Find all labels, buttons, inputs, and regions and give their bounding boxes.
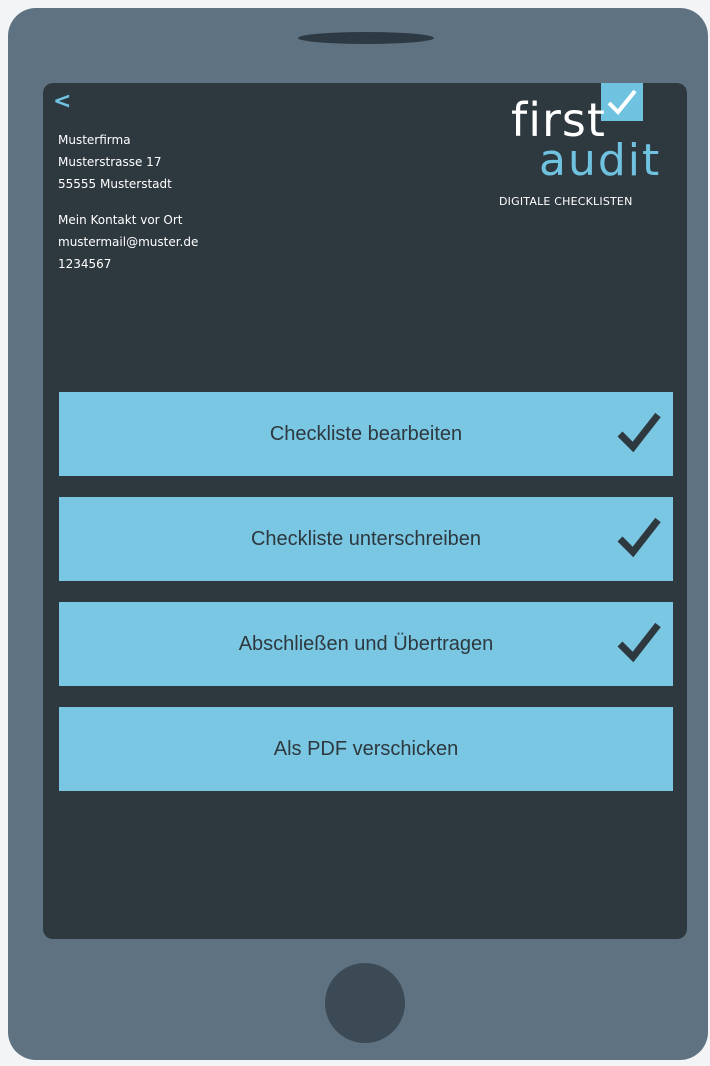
finish-transfer-label: Abschließen und Übertragen <box>238 632 494 655</box>
checkmark-icon <box>617 622 661 663</box>
send-pdf-label: Als PDF verschicken <box>273 737 459 760</box>
company-info: Musterfirma Musterstrasse 17 55555 Muste… <box>58 129 198 275</box>
finish-transfer-button[interactable]: Abschließen und Übertragen <box>59 602 673 686</box>
edit-checklist-label: Checkliste bearbeiten <box>269 422 463 445</box>
edit-checklist-button[interactable]: Checkliste bearbeiten <box>59 392 673 476</box>
sign-checklist-label: Checkliste unterschreiben <box>250 527 482 550</box>
back-arrow-icon[interactable]: < <box>53 89 71 114</box>
contact-email: mustermail@muster.de <box>58 235 199 249</box>
tablet-frame: < Musterfirma Musterstrasse 17 55555 Mus… <box>8 8 708 1060</box>
first-audit-logo: first audit DIGITALE CHECKLISTEN <box>479 83 659 223</box>
logo-checkmark-icon <box>601 83 643 121</box>
logo-word-audit: audit <box>539 135 662 186</box>
action-menu: Checkliste bearbeiten Checkliste untersc… <box>59 392 673 812</box>
logo-tagline: DIGITALE CHECKLISTEN <box>499 195 633 208</box>
company-name: Musterfirma <box>58 133 131 147</box>
company-street: Musterstrasse 17 <box>58 155 162 169</box>
sign-checklist-button[interactable]: Checkliste unterschreiben <box>59 497 673 581</box>
home-button[interactable] <box>325 963 405 1043</box>
contact-heading: Mein Kontakt vor Ort <box>58 213 183 227</box>
checkmark-icon <box>617 517 661 558</box>
contact-phone: 1234567 <box>58 257 112 271</box>
send-pdf-button[interactable]: Als PDF verschicken <box>59 707 673 791</box>
speaker-slot <box>298 32 434 44</box>
checkmark-icon <box>617 412 661 453</box>
app-screen: < Musterfirma Musterstrasse 17 55555 Mus… <box>43 83 687 939</box>
company-city: 55555 Musterstadt <box>58 177 172 191</box>
